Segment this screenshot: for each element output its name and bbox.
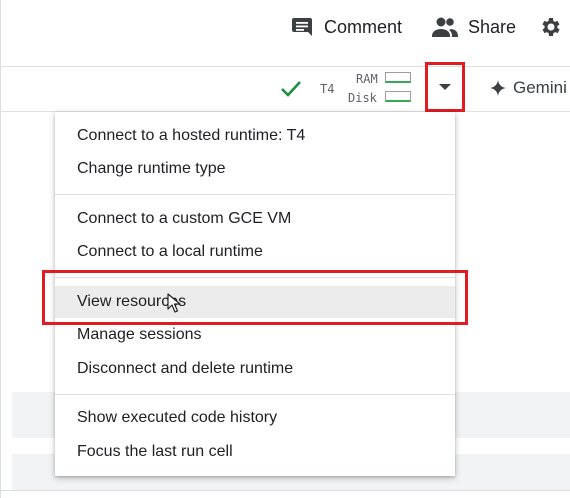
comment-icon: [290, 15, 314, 39]
menu-item-connect-custom-gce-vm[interactable]: Connect to a custom GCE VM: [55, 203, 455, 235]
comment-label: Comment: [324, 16, 403, 37]
comment-button[interactable]: Comment: [290, 12, 402, 42]
menu-divider: [55, 277, 455, 278]
menu-divider: [55, 394, 455, 395]
menu-item-connect-local-runtime[interactable]: Connect to a local runtime: [55, 236, 455, 268]
menu-item-connect-hosted-runtime[interactable]: Connect to a hosted runtime: T4: [55, 120, 455, 152]
caret-down-icon: [438, 83, 452, 91]
runtime-menu: Connect to a hosted runtime: T4 Change r…: [55, 112, 455, 476]
check-icon: [280, 79, 302, 104]
sparkle-icon: [490, 80, 506, 96]
ram-label: RAM: [356, 72, 378, 86]
menu-item-change-runtime-type[interactable]: Change runtime type: [55, 153, 455, 185]
runtime-dropdown-button[interactable]: [425, 62, 465, 112]
share-people-icon: [432, 16, 458, 38]
menu-item-focus-last-run-cell[interactable]: Focus the last run cell: [55, 436, 455, 468]
menu-divider: [55, 194, 455, 195]
divider: [0, 490, 570, 491]
disk-meter[interactable]: [385, 91, 411, 102]
ram-meter[interactable]: [385, 72, 411, 83]
disk-label: Disk: [348, 91, 377, 105]
runtime-toolbar: T4 RAM Disk: [0, 66, 570, 112]
settings-button[interactable]: [538, 12, 562, 42]
share-label: Share: [468, 16, 517, 37]
menu-item-disconnect-delete-runtime[interactable]: Disconnect and delete runtime: [55, 353, 455, 385]
menu-item-show-executed-code-history[interactable]: Show executed code history: [55, 402, 455, 434]
gemini-button[interactable]: Gemini: [490, 78, 567, 98]
menu-item-view-resources[interactable]: View resources: [55, 286, 455, 318]
settings-gear-icon: [538, 15, 562, 39]
top-header: Comment Share: [0, 0, 570, 66]
share-button[interactable]: Share: [432, 12, 516, 42]
gemini-label: Gemini: [513, 78, 567, 97]
runtime-type-label[interactable]: T4: [320, 82, 334, 96]
menu-item-manage-sessions[interactable]: Manage sessions: [55, 319, 455, 351]
